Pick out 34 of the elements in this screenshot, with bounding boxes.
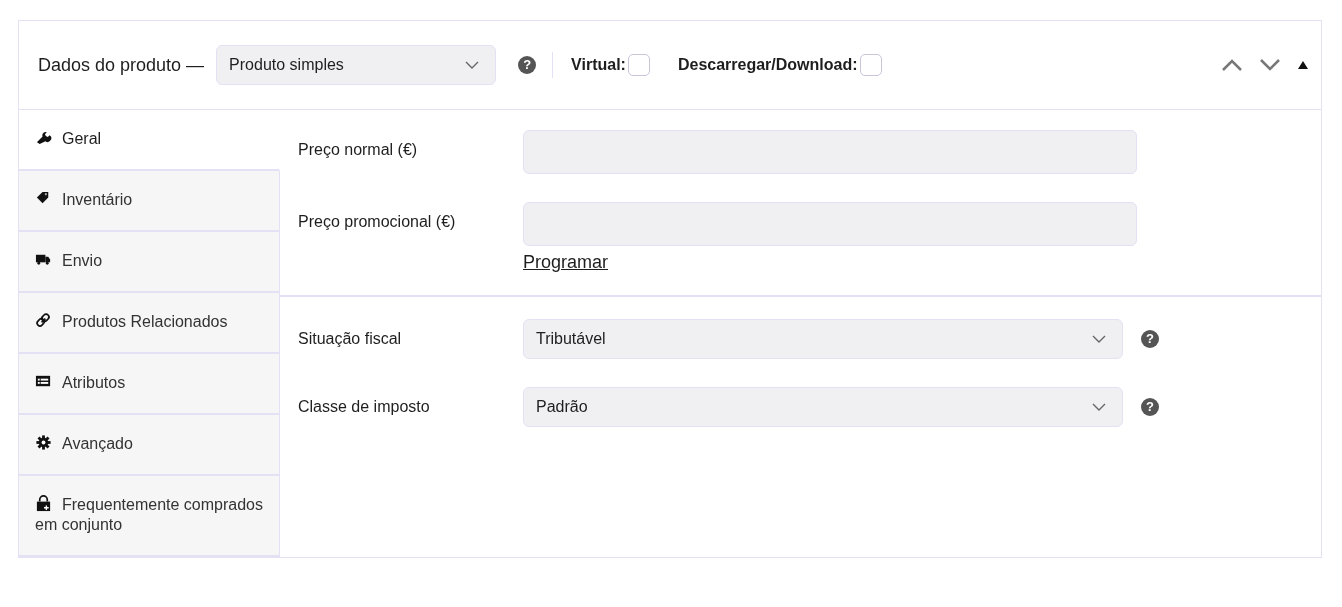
checkbox[interactable] xyxy=(627,54,650,76)
collapse-toggle-icon[interactable] xyxy=(1297,60,1309,70)
checkbox-label: Descarregar/Download: xyxy=(677,56,858,74)
gear-icon xyxy=(35,434,52,451)
sidebar-tab[interactable]: Inventário xyxy=(19,171,280,232)
help-tip[interactable]: ? xyxy=(1141,398,1159,416)
tax-select[interactable]: Padrão xyxy=(523,387,1123,427)
checkbox-label: Virtual: xyxy=(571,56,626,74)
tax-select[interactable]: Tributável xyxy=(523,319,1123,359)
help-tip[interactable]: ? xyxy=(518,56,537,74)
field-label: Preço normal (€) xyxy=(298,140,419,159)
panel-title: Dados do produto — xyxy=(38,54,205,76)
price-input[interactable] xyxy=(523,202,1137,246)
sidebar-tab[interactable]: Atributos xyxy=(19,354,280,415)
field-label: Classe de imposto xyxy=(298,397,431,416)
chevron-down-icon xyxy=(1092,403,1106,411)
move-down-icon[interactable] xyxy=(1259,58,1281,72)
sidebar-tab[interactable]: Avançado xyxy=(19,415,280,476)
wrench-icon xyxy=(35,129,52,146)
sidebar-tab[interactable]: Geral xyxy=(19,110,280,171)
product-type-select[interactable]: Produto simples xyxy=(216,45,497,85)
field-label: Preço promocional (€) xyxy=(298,212,457,231)
chevron-down-icon xyxy=(1092,335,1106,343)
price-input[interactable] xyxy=(523,130,1137,174)
help-tip[interactable]: ? xyxy=(1141,330,1159,348)
link-icon xyxy=(35,312,52,329)
chevron-down-icon xyxy=(465,61,480,69)
move-up-icon[interactable] xyxy=(1221,58,1243,72)
schedule-link[interactable]: Programar xyxy=(523,252,609,273)
checkbox[interactable] xyxy=(859,54,882,76)
sidebar-tab[interactable]: Envio xyxy=(19,232,280,293)
sidebar-tab[interactable]: Produtos Relacionados xyxy=(19,293,280,354)
field-label: Situação fiscal xyxy=(298,329,403,348)
sidebar-tab[interactable]: Frequentemente comprados em conjunto xyxy=(19,476,280,557)
